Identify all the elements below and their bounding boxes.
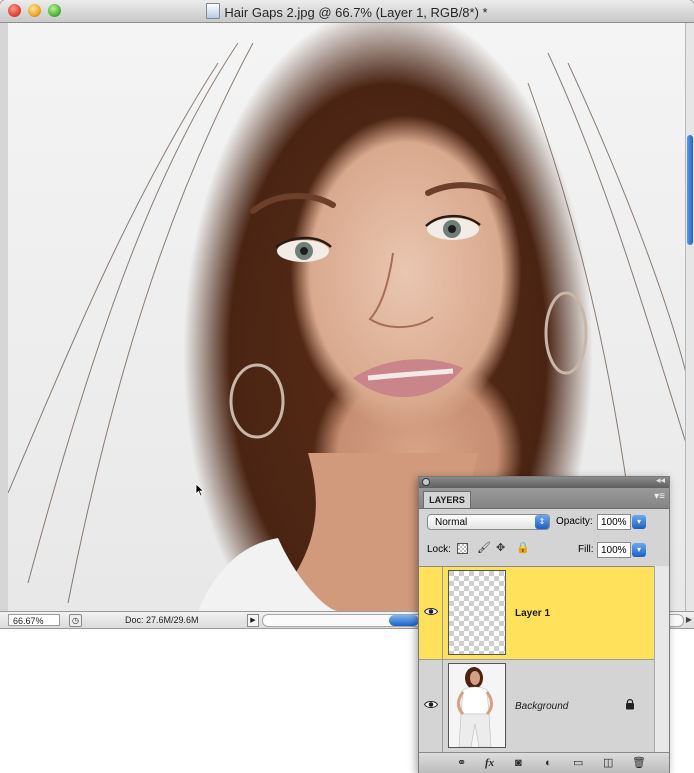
panel-bottom-toolbar: ⚭ fx ◙ ◐ ▭ ◫ 🗑 [419, 752, 669, 773]
panel-collapse-icon[interactable]: ◂◂ [656, 475, 665, 486]
title-bar[interactable]: Hair Gaps 2.jpg @ 66.7% (Layer 1, RGB/8*… [0, 0, 694, 23]
layer-1-thumbnail[interactable] [448, 570, 506, 655]
mouse-cursor-icon [195, 483, 205, 497]
lock-all-icon[interactable]: 🔒 [516, 543, 530, 554]
layers-scrollbar[interactable] [654, 566, 669, 752]
new-layer-icon[interactable]: ◫ [603, 756, 613, 770]
layer-1-name[interactable]: Layer 1 [515, 608, 550, 619]
vertical-scroll-thumb[interactable] [687, 135, 693, 245]
panel-tab-row: LAYERS ▾≡ [419, 488, 669, 509]
background-layer-name[interactable]: Background [515, 701, 568, 712]
zoom-level-field[interactable]: 66.67% [8, 614, 60, 626]
fill-label: Fill: [578, 544, 594, 555]
panel-title-bar[interactable]: ◂◂ [419, 475, 669, 488]
panel-close-button[interactable] [422, 478, 430, 486]
new-group-folder-icon[interactable]: ▭ [573, 756, 583, 770]
vertical-scrollbar[interactable] [685, 23, 694, 611]
tab-layers[interactable]: LAYERS [423, 491, 471, 508]
visibility-toggle[interactable] [419, 660, 443, 752]
opacity-label: Opacity: [556, 516, 593, 527]
fill-field[interactable]: 100% [597, 542, 631, 558]
layers-panel: ◂◂ LAYERS ▾≡ Normal ⇕ Opacity: 100% ▾ Lo… [418, 475, 670, 773]
panel-menu-icon[interactable]: ▾≡ [654, 491, 665, 502]
window-title-group: Hair Gaps 2.jpg @ 66.7% (Layer 1, RGB/8*… [0, 3, 694, 20]
lock-position-move-icon[interactable]: ✥ [496, 543, 507, 554]
window-title: Hair Gaps 2.jpg @ 66.7% (Layer 1, RGB/8*… [224, 5, 488, 20]
fx-icon[interactable]: fx [485, 756, 494, 770]
layer-row-layer-1[interactable]: Layer 1 [419, 567, 655, 660]
opacity-field[interactable]: 100% [597, 514, 631, 530]
lock-paint-brush-icon[interactable]: 🖌 [477, 543, 491, 554]
scroll-right-arrow-icon[interactable]: ▶ [684, 614, 694, 626]
background-thumbnail[interactable] [448, 663, 506, 748]
document-size-info[interactable]: Doc: 27.6M/29.6M [125, 615, 199, 625]
horizontal-scroll-thumb[interactable] [389, 615, 419, 626]
background-thumbnail-image [457, 667, 493, 747]
lock-transparency-icon[interactable] [457, 543, 468, 554]
layers-list: Layer 1 Background [419, 566, 655, 753]
add-mask-icon[interactable]: ◙ [515, 756, 522, 770]
opacity-dropdown-icon[interactable]: ▾ [632, 515, 646, 529]
blend-mode-value: Normal [435, 517, 468, 528]
lock-label: Lock: [427, 544, 451, 555]
link-layers-icon[interactable]: ⚭ [457, 756, 466, 770]
layer-row-background[interactable]: Background [419, 660, 655, 753]
status-info-icon[interactable]: ◷ [69, 614, 82, 627]
fill-dropdown-icon[interactable]: ▾ [632, 543, 646, 557]
blend-mode-select[interactable]: Normal ⇕ [427, 514, 550, 530]
status-menu-arrow-icon[interactable]: ▶ [247, 614, 259, 627]
eye-icon [424, 608, 438, 615]
trash-icon[interactable]: 🗑 [632, 756, 646, 770]
blend-mode-stepper-icon[interactable]: ⇕ [535, 515, 549, 529]
document-icon [206, 3, 221, 19]
layer-lock-icon [626, 699, 634, 710]
adjustment-layer-icon[interactable]: ◐ [545, 756, 552, 770]
eye-icon [424, 701, 438, 708]
visibility-toggle[interactable] [419, 567, 443, 659]
